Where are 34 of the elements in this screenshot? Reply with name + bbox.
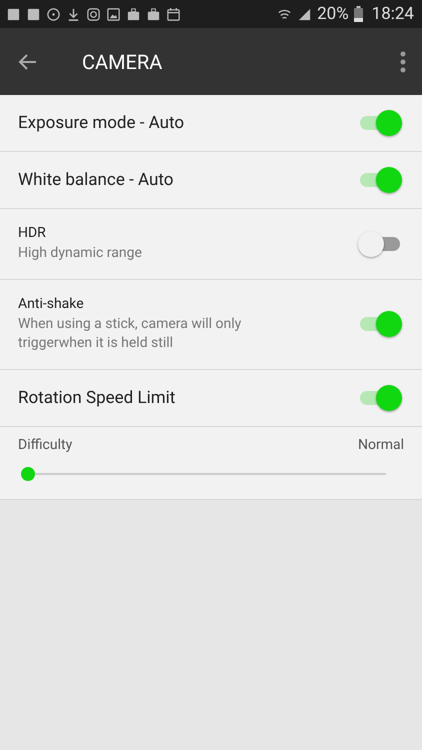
setting-description: High dynamic range xyxy=(18,244,143,263)
setting-title: Exposure mode - Auto xyxy=(18,113,186,133)
signal-icon xyxy=(297,6,312,22)
setting-row[interactable]: Exposure mode - Auto xyxy=(0,95,422,152)
setting-title: Rotation Speed Limit xyxy=(18,388,176,408)
battery-icon xyxy=(354,6,363,22)
setting-row[interactable]: White balance - Auto xyxy=(0,152,422,209)
slider-label: Difficulty xyxy=(18,436,72,453)
briefcase-icon xyxy=(146,6,161,22)
clock-time: 18:24 xyxy=(372,4,414,24)
setting-row[interactable]: HDR High dynamic range xyxy=(0,209,422,280)
setting-title: Anti-shake xyxy=(18,296,85,312)
setting-description: When using a stick, camera will only triggerwhen it is held still xyxy=(18,314,242,353)
slider-thumb[interactable] xyxy=(21,466,35,481)
toggle-switch[interactable] xyxy=(358,384,402,411)
screen-title: CAMERA xyxy=(82,50,164,74)
toggle-switch[interactable] xyxy=(358,230,402,257)
circle-icon xyxy=(46,6,61,22)
image-icon xyxy=(106,6,121,22)
setting-title: HDR xyxy=(18,225,47,241)
square-icon xyxy=(6,6,21,22)
slider-value: Normal xyxy=(358,436,404,453)
square-icon xyxy=(26,6,41,22)
battery-percentage: 20% xyxy=(317,4,349,24)
toggle-switch[interactable] xyxy=(358,311,402,338)
toggle-switch[interactable] xyxy=(358,167,402,193)
camera-icon xyxy=(86,6,101,22)
setting-title: White balance - Auto xyxy=(18,170,174,190)
more-options-icon[interactable] xyxy=(400,50,406,72)
setting-row[interactable]: Anti-shake When using a stick, camera will only triggerwhen it is held still xyxy=(0,280,422,370)
calendar-icon xyxy=(166,6,181,22)
download-icon xyxy=(66,6,81,22)
toggle-switch[interactable] xyxy=(358,110,402,136)
briefcase-icon xyxy=(126,6,141,22)
